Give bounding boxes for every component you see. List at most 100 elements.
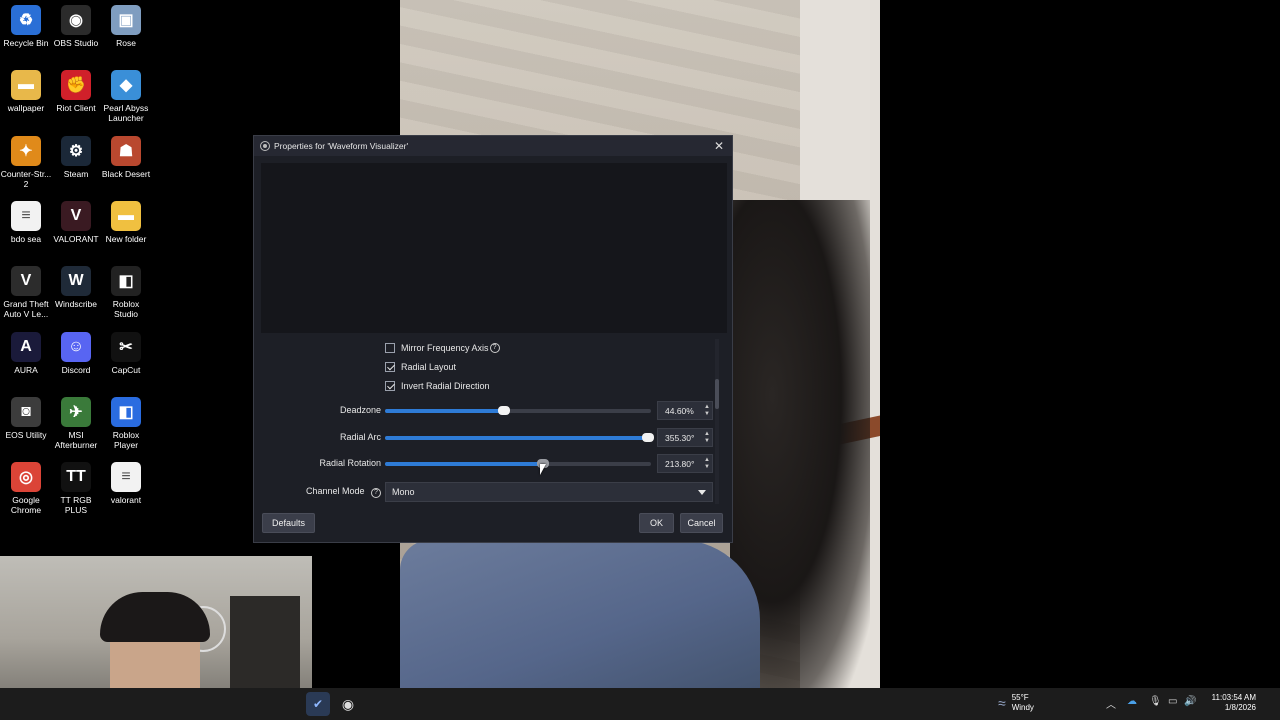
invert-radial-direction-option[interactable]: Invert Radial Direction <box>385 381 490 391</box>
desktop-icon[interactable]: ◆ Pearl Abyss Launcher <box>100 65 152 123</box>
deadzone-value: 44.60% <box>665 405 694 416</box>
desktop-icon[interactable]: W Windscribe <box>50 261 102 309</box>
desktop-icon[interactable]: ▬ New folder <box>100 196 152 244</box>
steam-taskbar-icon[interactable]: ✔ <box>306 692 330 716</box>
desktop-icon-label: Grand Theft Auto V Le... <box>3 299 49 319</box>
channel-mode-row: Channel Mode ? Mono <box>261 482 727 502</box>
desktop-icon[interactable]: ≡ bdo sea <box>0 196 52 244</box>
obs-icon <box>260 141 270 151</box>
desktop-icon[interactable]: ✊ Riot Client <box>50 65 102 113</box>
roblox-icon: ◧ <box>111 397 141 427</box>
channel-mode-select[interactable]: Mono <box>385 482 713 502</box>
desktop-icon[interactable]: ⚙ Steam <box>50 131 102 179</box>
deadzone-slider[interactable] <box>385 406 651 415</box>
desktop-icon[interactable]: ☗ Black Desert <box>100 131 152 179</box>
desktop-icon[interactable]: V Grand Theft Auto V Le... <box>0 261 52 319</box>
desktop-icon[interactable]: ◙ EOS Utility <box>0 392 52 440</box>
mirror-frequency-axis-option[interactable]: Mirror Frequency Axis ? <box>385 343 500 353</box>
deadzone-slider-thumb[interactable] <box>497 406 510 415</box>
desktop-icon[interactable]: ✂ CapCut <box>100 327 152 375</box>
desktop-icon-label: New folder <box>105 234 147 244</box>
desktop-icon-label: TT RGB PLUS <box>60 495 92 515</box>
radial-rotation-slider[interactable] <box>385 459 651 468</box>
radial-arc-spinbox[interactable]: 355.30° ▲ ▼ <box>657 428 713 447</box>
image-icon: ▣ <box>111 5 141 35</box>
deadzone-slider-fill <box>385 409 504 413</box>
desktop-icon-label: Rose <box>116 38 136 48</box>
dialog-title: Properties for 'Waveform Visualizer' <box>274 141 409 151</box>
desktop-icon[interactable]: ✈ MSI Afterburner <box>50 392 102 450</box>
spin-arrows-icon[interactable]: ▲ ▼ <box>704 457 710 471</box>
steam-icon: ⚙ <box>61 136 91 166</box>
radial-arc-slider-thumb[interactable] <box>641 433 654 442</box>
desktop-icon[interactable]: ▣ Rose <box>100 0 152 48</box>
cloud-icon[interactable]: ☁ <box>1127 696 1137 707</box>
radial-arc-value: 355.30° <box>665 432 695 443</box>
close-icon[interactable]: ✕ <box>712 139 726 153</box>
weather-icon: ≈ <box>998 695 1006 711</box>
desktop-icon[interactable]: TT TT RGB PLUS <box>50 457 102 515</box>
discord-icon: ☺ <box>61 332 91 362</box>
scrollbar-track[interactable] <box>715 339 719 504</box>
radial-arc-slider-fill <box>385 436 648 440</box>
deadzone-spinbox[interactable]: 44.60% ▲ ▼ <box>657 401 713 420</box>
help-icon[interactable]: ? <box>489 343 500 353</box>
radial-arc-row: Radial Arc 355.30° ▲ ▼ <box>261 428 727 447</box>
riot-icon: ✊ <box>61 70 91 100</box>
desktop-icon-label: Black Desert <box>101 169 151 179</box>
radial-rotation-spinbox[interactable]: 213.80° ▲ ▼ <box>657 454 713 473</box>
network-icon[interactable]: ▭ <box>1168 696 1177 707</box>
desktop-icon[interactable]: ♻ Recycle Bin <box>0 0 52 48</box>
defaults-button[interactable]: Defaults <box>262 513 315 533</box>
cancel-button[interactable]: Cancel <box>680 513 723 533</box>
invert-radial-direction-checkbox[interactable] <box>385 381 395 391</box>
deadzone-label: Deadzone <box>339 405 381 415</box>
mirror-frequency-axis-checkbox[interactable] <box>385 343 395 353</box>
radial-layout-option[interactable]: Radial Layout <box>385 362 456 372</box>
recycle-bin-icon: ♻ <box>11 5 41 35</box>
microphone-icon[interactable]: 🎙 <box>1149 696 1162 707</box>
radial-rotation-value: 213.80° <box>665 458 695 469</box>
desktop-icon[interactable]: ◎ Google Chrome <box>0 457 52 515</box>
desktop-icon[interactable]: A AURA <box>0 327 52 375</box>
help-icon[interactable]: ? <box>371 488 381 498</box>
volume-icon[interactable]: 🔊 <box>1184 696 1196 707</box>
folder-icon: ▬ <box>111 201 141 231</box>
desktop-icon[interactable]: ◧ Roblox Studio <box>100 261 152 319</box>
desktop-icon[interactable]: ☺ Discord <box>50 327 102 375</box>
desktop-icon[interactable]: ≡ valorant <box>100 457 152 505</box>
weather-widget[interactable]: ≈ 55°F Windy <box>998 693 1034 713</box>
spin-arrows-icon[interactable]: ▲ ▼ <box>704 431 710 445</box>
properties-dialog: Properties for 'Waveform Visualizer' ✕ M… <box>253 135 733 543</box>
obs-taskbar-icon[interactable]: ◉ <box>336 692 360 716</box>
tt-rgb-icon: TT <box>61 462 91 492</box>
msi-icon: ✈ <box>61 397 91 427</box>
chevron-up-icon[interactable]: ︿ <box>1106 696 1116 711</box>
invert-radial-direction-label: Invert Radial Direction <box>401 381 490 391</box>
capcut-icon: ✂ <box>111 332 141 362</box>
dialog-titlebar[interactable]: Properties for 'Waveform Visualizer' ✕ <box>254 136 732 156</box>
desktop-icon[interactable]: V VALORANT <box>50 196 102 244</box>
ok-button[interactable]: OK <box>639 513 674 533</box>
desktop-icon-label: Recycle Bin <box>3 38 49 48</box>
desktop-icon-label: Counter-Str... 2 <box>0 169 52 189</box>
camera-icon: ◙ <box>11 397 41 427</box>
desktop-icon-label: Riot Client <box>56 103 96 113</box>
spin-arrows-icon[interactable]: ▲ ▼ <box>704 404 710 418</box>
desktop-icon-label: AURA <box>14 365 38 375</box>
clock-time: 11:03:54 AM <box>1211 693 1256 702</box>
desktop-icon-label: Windscribe <box>54 299 98 309</box>
clock[interactable]: 11:03:54 AM 1/8/2026 <box>1196 693 1256 713</box>
source-preview <box>261 163 727 333</box>
radial-arc-slider[interactable] <box>385 433 654 442</box>
radial-layout-checkbox[interactable] <box>385 362 395 372</box>
desktop-icon[interactable]: ✦ Counter-Str... 2 <box>0 131 52 189</box>
folder-icon: ▬ <box>11 70 41 100</box>
desktop-icon-label: VALORANT <box>53 234 99 244</box>
channel-mode-label-wrap: Channel Mode ? <box>306 486 381 498</box>
desktop-icon[interactable]: ◉ OBS Studio <box>50 0 102 48</box>
desktop-icon-label: Steam <box>63 169 89 179</box>
desktop-icon-label: EOS Utility <box>5 430 47 440</box>
desktop-icon[interactable]: ◧ Roblox Player <box>100 392 152 450</box>
desktop-icon[interactable]: ▬ wallpaper <box>0 65 52 113</box>
